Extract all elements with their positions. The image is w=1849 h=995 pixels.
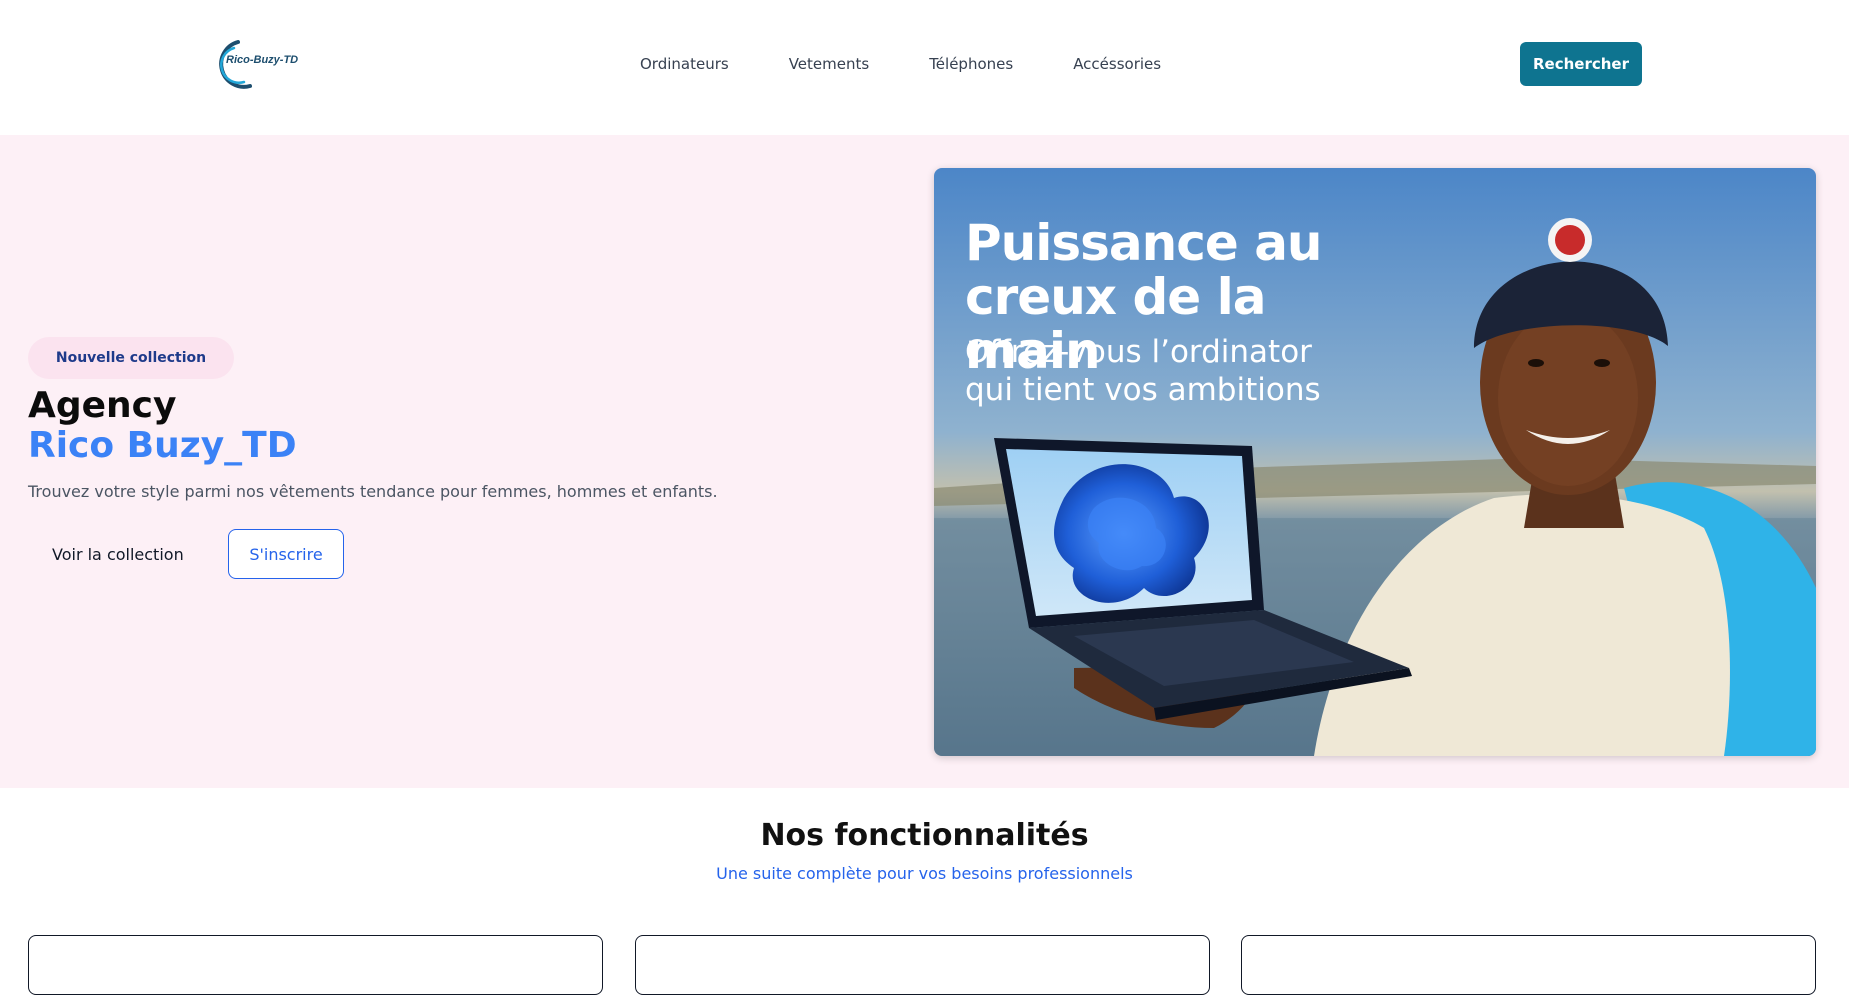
search-button[interactable]: Rechercher (1520, 42, 1642, 86)
features-subtitle: Une suite complète pour vos besoins prof… (716, 864, 1133, 883)
feature-card[interactable] (1241, 935, 1816, 995)
nav-telephones[interactable]: Téléphones (929, 55, 1013, 73)
hero-title-highlight: Rico Buzy_TD (28, 425, 297, 466)
logo-text: Rico-Buzy-TD (226, 54, 298, 66)
collection-badge: Nouvelle collection (28, 337, 234, 379)
site-header: Rico-Buzy-TD Ordinateurs Vetements Télép… (0, 0, 1849, 135)
feature-card[interactable] (28, 935, 603, 995)
features-title: Nos fonctionnalités (760, 818, 1089, 853)
feature-card[interactable] (635, 935, 1210, 995)
banner-subline: Offrez-vous l’ordinator qui tient vos am… (965, 334, 1321, 408)
nav-ordinateurs[interactable]: Ordinateurs (640, 55, 729, 73)
hero-description: Trouvez votre style parmi nos vêtements … (28, 482, 718, 501)
hero-section: Nouvelle collection Agency Rico Buzy_TD … (0, 135, 1849, 788)
main-nav: Ordinateurs Vetements Téléphones Accésso… (640, 0, 1161, 128)
hero-banner-image: Puissance au creux de la main Offrez-vou… (934, 168, 1816, 756)
nav-accessories[interactable]: Accéssories (1073, 55, 1161, 73)
view-collection-button[interactable]: Voir la collection (28, 529, 196, 579)
signup-button[interactable]: S'inscrire (228, 529, 344, 579)
hero-title: Agency (28, 385, 177, 426)
logo-icon[interactable]: Rico-Buzy-TD (210, 36, 300, 92)
nav-vetements[interactable]: Vetements (789, 55, 869, 73)
